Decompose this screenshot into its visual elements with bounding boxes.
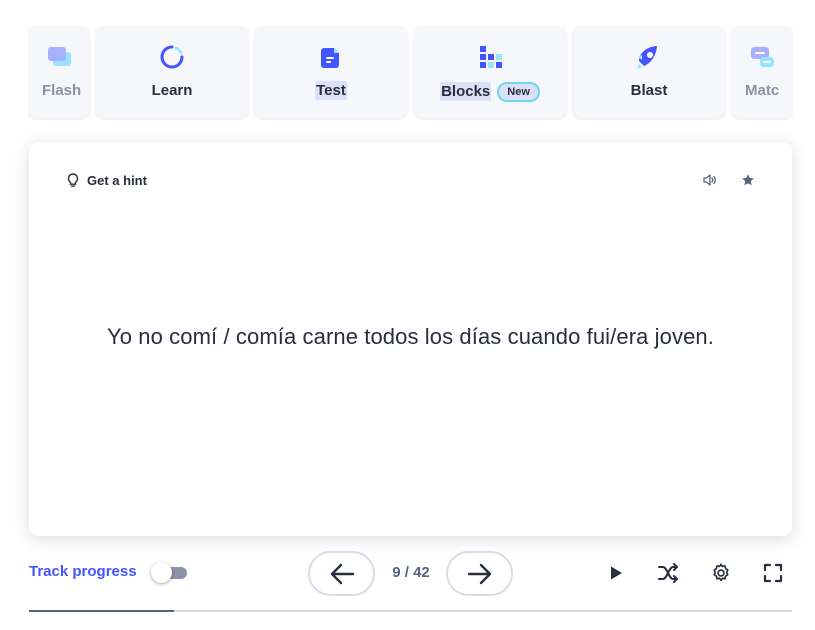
speaker-icon (703, 174, 716, 186)
study-progress-bar (29, 610, 792, 612)
play-icon (611, 566, 622, 580)
mode-blocks[interactable]: Blocks New (414, 26, 566, 118)
play-button[interactable] (604, 561, 628, 585)
mode-learn[interactable]: Learn (96, 26, 248, 118)
fullscreen-icon (763, 563, 783, 583)
blocks-icon (480, 46, 502, 68)
flashcard[interactable]: Get a hint Yo no comí / comía carne todo… (29, 142, 792, 536)
star-button[interactable] (738, 170, 758, 190)
flashcards-icon (47, 47, 71, 66)
shuffle-icon (658, 563, 678, 583)
lightbulb-icon (67, 172, 79, 187)
study-modes: Flash Learn Test Blocks New Blast Matc (28, 26, 793, 120)
fullscreen-button[interactable] (761, 561, 785, 585)
mode-match-label: Matc (745, 82, 780, 99)
card-counter: 9 / 42 (392, 564, 430, 581)
arrow-left-icon (330, 563, 354, 584)
mode-blast[interactable]: Blast (573, 26, 725, 118)
shuffle-button[interactable] (656, 561, 680, 585)
get-hint-label: Get a hint (87, 172, 147, 188)
arrow-right-icon (467, 563, 491, 584)
mode-learn-label: Learn (151, 82, 193, 99)
track-progress-label[interactable]: Track progress (29, 563, 137, 580)
audio-button[interactable] (700, 170, 720, 190)
mode-blast-label: Blast (630, 82, 668, 99)
toggle-knob (150, 561, 172, 583)
test-icon (321, 48, 339, 68)
mode-flashcards-label: Flash (42, 82, 82, 99)
track-progress: Track progress (29, 561, 189, 583)
mode-blocks-label: Blocks (440, 82, 492, 101)
mode-flashcards[interactable]: Flash (28, 26, 89, 118)
mode-test[interactable]: Test (255, 26, 407, 118)
flashcard-term: Yo no comí / comía carne todos los días … (107, 324, 714, 349)
learn-icon (160, 45, 184, 69)
mode-test-label: Test (315, 81, 347, 100)
track-progress-toggle[interactable] (150, 561, 189, 583)
new-badge: New (497, 82, 540, 102)
blast-icon (637, 46, 657, 69)
gear-icon (713, 563, 729, 582)
card-actions (700, 170, 758, 190)
get-hint-button[interactable]: Get a hint (67, 170, 147, 190)
mode-match[interactable]: Matc (732, 26, 793, 118)
study-progress-fill (29, 610, 174, 612)
previous-card-button[interactable] (308, 551, 375, 596)
settings-button[interactable] (709, 561, 733, 585)
star-icon (742, 174, 754, 186)
next-card-button[interactable] (446, 551, 513, 596)
match-icon (750, 47, 774, 67)
